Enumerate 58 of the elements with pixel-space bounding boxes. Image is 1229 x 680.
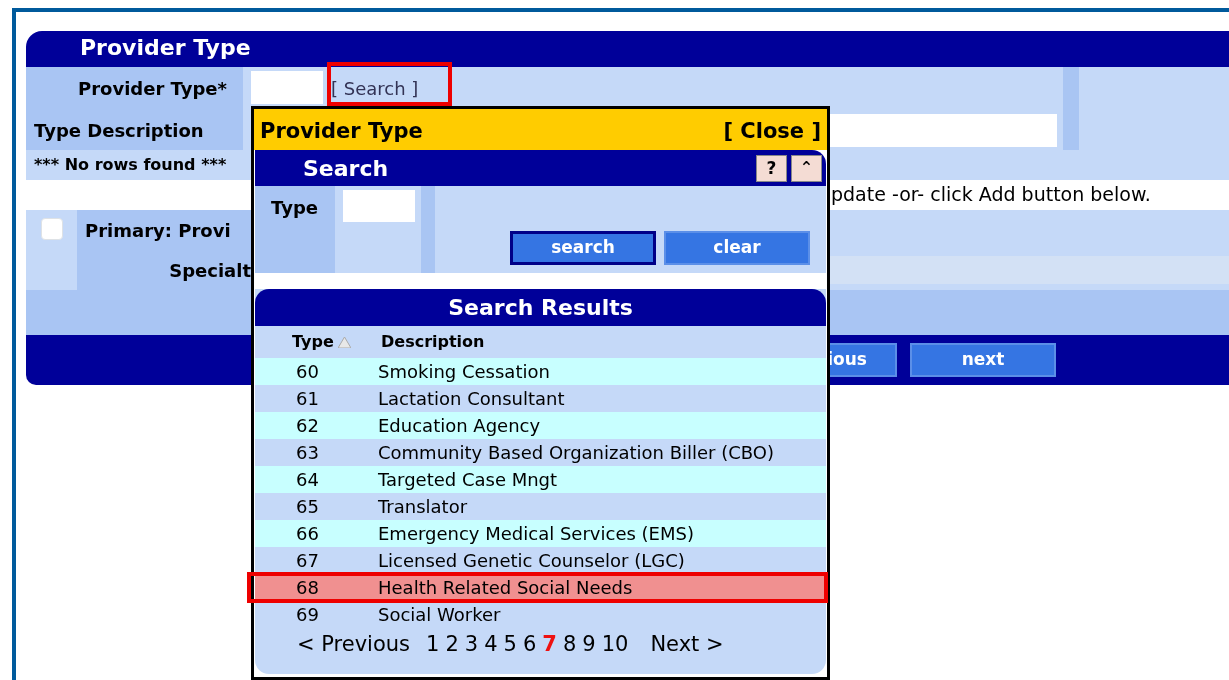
page-link[interactable]: 4 (484, 629, 498, 661)
page-link[interactable]: 2 (445, 629, 459, 661)
table-cell-text: 64 (295, 468, 320, 492)
table-cell-text: 61 (295, 387, 320, 411)
instruction-text: pdate -or- click Add button below. (831, 182, 1151, 207)
search-button[interactable]: search (510, 231, 656, 265)
field-label: Specialt (77, 250, 251, 290)
table-cell-text: Social Worker (378, 603, 501, 627)
table-cell-text: Community Based Organization Biller (CBO) (378, 441, 775, 465)
table-cell-text: 63 (295, 441, 320, 465)
table-cell-text: 68 (295, 576, 320, 600)
input-field[interactable] (829, 114, 1057, 147)
collapse-button[interactable]: ⌃ (791, 154, 822, 182)
field-label: Type (255, 186, 335, 273)
column-header[interactable]: Type (292, 330, 334, 354)
page-link[interactable]: 10 (601, 629, 629, 661)
page-link[interactable]: 8 (562, 629, 577, 661)
checkbox[interactable] (40, 218, 63, 240)
section-title: Search Results (255, 289, 826, 326)
table-cell-text: 66 (295, 522, 320, 546)
panel-title: Provider Type (26, 31, 1229, 67)
close-link[interactable]: [ Close ] (723, 109, 821, 150)
clear-button[interactable]: clear (664, 231, 810, 265)
table-cell-text: 62 (295, 414, 320, 438)
table-cell-text: 69 (295, 603, 320, 627)
field-label: Type Description (26, 110, 243, 150)
table-cell-text: Translator (378, 495, 468, 519)
section-title: Search (303, 154, 389, 183)
page-link[interactable]: 1 (426, 629, 440, 661)
field-label: Primary: Provi (77, 210, 251, 250)
result-row[interactable]: 66 Emergency Medical Services (EMS) (255, 520, 826, 547)
table-cell-text: Smoking Cessation (378, 360, 550, 384)
table-cell-text: Emergency Medical Services (EMS) (378, 522, 694, 546)
button[interactable]: next (910, 343, 1056, 377)
previous-link[interactable]: < Previous (297, 629, 411, 661)
table-cell-text: 60 (295, 360, 320, 384)
help-button[interactable]: ? (756, 154, 787, 182)
page-link[interactable]: 5 (503, 629, 517, 661)
input-field[interactable] (251, 71, 323, 104)
page-link[interactable]: 9 (582, 629, 596, 661)
table-cell-text: Lactation Consultant (378, 387, 565, 411)
table-cell-text: 65 (295, 495, 320, 519)
column-header[interactable]: Description (381, 330, 485, 354)
result-row[interactable]: 64 Targeted Case Mngt (255, 466, 826, 493)
table-cell-text: Education Agency (378, 414, 541, 438)
table-cell-text: 67 (295, 549, 320, 573)
table-cell-text: Licensed Genetic Counselor (LGC) (378, 549, 685, 573)
input-field[interactable] (343, 190, 415, 222)
next-link[interactable]: Next > (650, 629, 724, 661)
page-link[interactable]: 6 (522, 629, 537, 661)
result-row[interactable]: 60 Smoking Cessation (255, 358, 826, 385)
result-row[interactable]: 62 Education Agency (255, 412, 826, 439)
popup-title: Provider Type (260, 118, 423, 145)
page-link[interactable]: 3 (464, 629, 479, 661)
table-cell-text: Health Related Social Needs (378, 576, 633, 600)
table-cell-text: Targeted Case Mngt (378, 468, 558, 492)
status-text: *** No rows found *** (33, 154, 227, 176)
field-label: Provider Type* (26, 67, 243, 110)
